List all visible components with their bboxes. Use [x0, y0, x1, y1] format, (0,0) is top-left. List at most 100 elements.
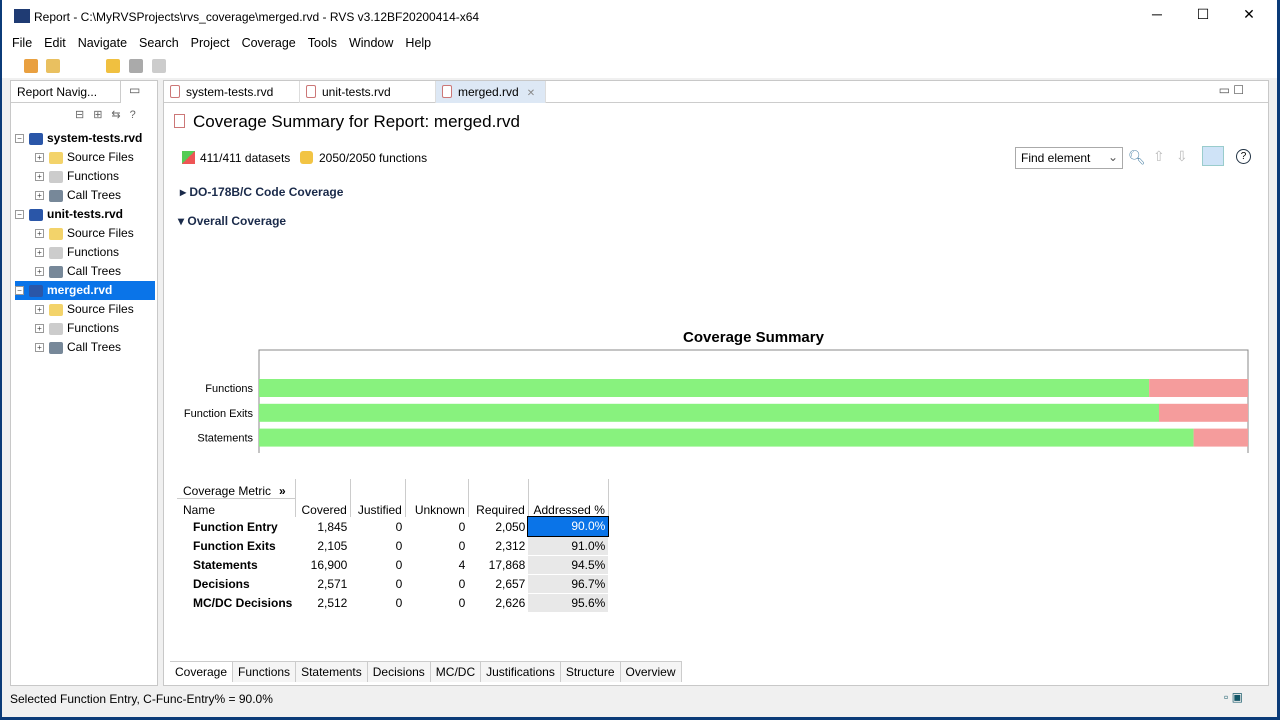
open-folder-icon[interactable] [106, 59, 120, 73]
menu-coverage[interactable]: Coverage [236, 36, 302, 50]
tab-unit-tests[interactable]: unit-tests.rvd [300, 81, 436, 103]
bottom-tab-mcdc[interactable]: MC/DC [430, 662, 482, 682]
expand-icon[interactable]: + [35, 305, 44, 315]
expand-icon[interactable]: + [35, 229, 44, 239]
bottom-tab-justifications[interactable]: Justifications [481, 662, 561, 682]
expand-icon[interactable]: + [35, 172, 44, 182]
chevron-down-icon[interactable]: ⌄ [1108, 150, 1118, 164]
section-do178-toggle[interactable]: ▸ DO-178B/C Code Coverage [180, 185, 343, 199]
new-report-icon[interactable] [24, 59, 38, 73]
tree-item-call-trees[interactable]: + Call Trees [35, 262, 121, 281]
tree-report-system-tests[interactable]: − system-tests.rvd [15, 129, 142, 148]
bottom-tab-statements[interactable]: Statements [296, 662, 368, 682]
addressed-percent: 95.6% [528, 593, 609, 613]
table-row[interactable]: Function Entry 1,845 0 0 2,050 90.0% [177, 516, 610, 537]
y-tick-label: Function Exits [184, 408, 254, 420]
tree-item-source-files[interactable]: + Source Files [35, 224, 134, 243]
close-tab-icon[interactable]: ✕ [527, 88, 535, 99]
expand-columns-icon[interactable]: » [279, 484, 286, 498]
menu-window[interactable]: Window [343, 36, 399, 50]
tab-merged[interactable]: merged.rvd ✕ [436, 81, 546, 103]
menu-project[interactable]: Project [185, 36, 236, 50]
menu-navigate[interactable]: Navigate [72, 36, 133, 50]
bottom-tab-coverage[interactable]: Coverage [170, 662, 234, 682]
maximize-button[interactable]: ☐ [1188, 6, 1218, 23]
report-doc-icon [442, 85, 452, 98]
covered: 2,512 [317, 595, 348, 610]
tree-item-call-trees[interactable]: + Call Trees [35, 186, 121, 205]
tree-item-functions[interactable]: + Functions [35, 243, 119, 262]
tree-item-source-files[interactable]: + Source Files [35, 300, 134, 319]
help-icon[interactable]: ? [1236, 149, 1251, 164]
find-element-input[interactable]: Find element [1021, 151, 1090, 165]
table-row[interactable]: Statements 16,900 0 4 17,868 94.5% [177, 555, 609, 575]
tree-item-source-files[interactable]: + Source Files [35, 148, 134, 167]
app-logo-icon [14, 9, 30, 23]
tree-item-call-trees[interactable]: + Call Trees [35, 338, 121, 357]
menu-file[interactable]: File [6, 36, 38, 50]
column-header[interactable]: Addressed % [528, 479, 609, 517]
table-row[interactable]: Function Exits 2,105 0 0 2,312 91.0% [177, 536, 609, 556]
column-header-name[interactable]: Name [177, 498, 296, 517]
covered: 1,845 [317, 519, 348, 534]
search-icon[interactable]: 🔍︎ [1128, 149, 1146, 166]
tree-report-merged[interactable]: − merged.rvd [15, 281, 155, 300]
caret-down-icon: ▾ [178, 214, 188, 228]
bottom-tab-decisions[interactable]: Decisions [367, 662, 431, 682]
tree-item-functions[interactable]: + Functions [35, 319, 119, 338]
covered-bar-function-exits [259, 403, 1159, 422]
collapse-expand-link-help-icons[interactable]: ⊟⊞⇆? [75, 108, 145, 121]
collapse-icon[interactable]: − [15, 286, 24, 296]
column-header[interactable]: Covered [295, 479, 351, 517]
report-navigator-tab[interactable]: Report Navig... [11, 81, 121, 103]
menu-search[interactable]: Search [133, 36, 185, 50]
table-row[interactable]: MC/DC Decisions 2,512 0 0 2,626 95.6% [177, 593, 609, 613]
next-arrow-icon[interactable]: ⇩ [1176, 148, 1188, 165]
report-doc-icon [174, 114, 185, 128]
collapse-icon[interactable]: − [15, 210, 24, 220]
report-icon[interactable] [46, 59, 60, 73]
minimize-button[interactable]: ─ [1142, 6, 1172, 22]
report-file-icon [29, 132, 43, 145]
uncovered-bar-statements [1193, 428, 1248, 447]
bottom-tab-overview[interactable]: Overview [620, 662, 682, 682]
coverage-summary-chart: Coverage Summary Functions Function Exits S… [184, 329, 1249, 453]
y-tick-label: Statements [197, 433, 253, 445]
tree-report-unit-tests[interactable]: − unit-tests.rvd [15, 205, 123, 224]
print-icon[interactable] [152, 59, 166, 73]
menu-tools[interactable]: Tools [302, 36, 343, 50]
expand-icon[interactable]: + [35, 191, 44, 201]
bottom-tab-functions[interactable]: Functions [233, 662, 297, 682]
coverage-metric-header[interactable]: Coverage Metric » [177, 479, 296, 499]
expand-icon[interactable]: + [35, 267, 44, 277]
covered: 2,105 [317, 538, 348, 553]
caret-right-icon: ▸ [180, 185, 190, 199]
expand-icon[interactable]: + [35, 153, 44, 163]
previous-arrow-icon[interactable]: ⇧ [1153, 148, 1165, 165]
find-element-combo[interactable]: Find element ⌄ [1015, 147, 1123, 169]
close-button[interactable]: ✕ [1234, 6, 1264, 23]
bottom-tab-structure[interactable]: Structure [560, 662, 621, 682]
column-header[interactable]: Justified [350, 479, 406, 517]
save-icon[interactable] [129, 59, 143, 73]
minimize-view-icon[interactable]: ▭ [129, 83, 140, 97]
expand-icon[interactable]: + [35, 343, 44, 353]
menu-help[interactable]: Help [399, 36, 437, 50]
collapse-icon[interactable]: − [15, 134, 24, 144]
call-tree-icon [49, 341, 63, 354]
column-header[interactable]: Unknown [405, 479, 469, 517]
expand-icon[interactable]: + [35, 248, 44, 258]
editor-area: system-tests.rvd unit-tests.rvd merged.rvd… [163, 80, 1269, 686]
section-overall-toggle[interactable]: ▾ Overall Coverage [178, 214, 286, 228]
addressed-percent: 90.0% [527, 516, 610, 537]
expand-icon[interactable]: + [35, 324, 44, 334]
comment-toggle-icon[interactable] [1202, 146, 1224, 166]
column-header[interactable]: Required [468, 479, 529, 517]
covered: 2,571 [317, 576, 348, 591]
table-row[interactable]: Decisions 2,571 0 0 2,657 96.7% [177, 574, 609, 594]
maximize-editor-icon[interactable]: ▭ ☐ [1219, 83, 1244, 97]
tree-item-functions[interactable]: + Functions [35, 167, 119, 186]
tab-system-tests[interactable]: system-tests.rvd [164, 81, 300, 103]
tree-label: Source Files [67, 150, 134, 164]
menu-edit[interactable]: Edit [38, 36, 72, 50]
